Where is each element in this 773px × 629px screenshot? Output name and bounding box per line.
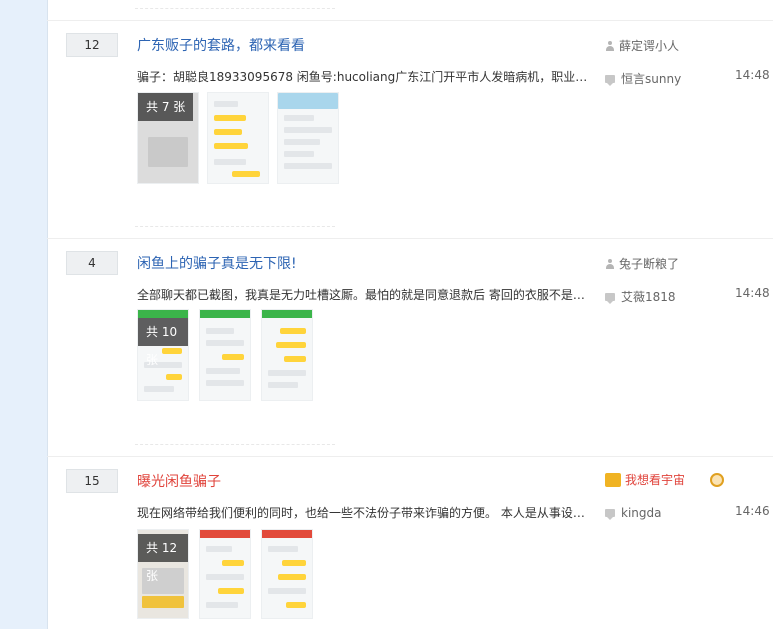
previous-thread-bottom: [47, 0, 773, 21]
medal-icon: [710, 473, 724, 487]
last-reply-user[interactable]: 艾薇1818: [605, 288, 676, 305]
chat-line: [206, 574, 244, 580]
chat-bubble: [286, 602, 306, 608]
thumbnail-image[interactable]: [261, 529, 313, 619]
thumbnail-image[interactable]: [207, 92, 269, 184]
chat-header: [200, 310, 250, 318]
image-count-badge: 共 10 张: [138, 318, 188, 367]
thread-author[interactable]: 薛定谔小人: [605, 37, 679, 54]
thread-divider: [135, 444, 335, 445]
thread-item: 12 广东贩子的套路，都来看看 薛定谔小人 骗子：胡聪良18933095678 …: [47, 21, 773, 239]
comment-icon: [605, 292, 615, 304]
last-reply-user[interactable]: kingda: [605, 506, 661, 520]
thumbnail-image[interactable]: [277, 92, 339, 184]
thread-excerpt: 骗子：胡聪良18933095678 闲鱼号:hucoliang广东江门开平市人发…: [137, 70, 592, 84]
last-reply-time: 14:48: [735, 286, 770, 300]
chat-line: [206, 380, 244, 386]
thread-excerpt: 全部聊天都已截图，我真是无力吐槽这厮。最怕的就是同意退款后 寄回的衣服不是我..…: [137, 288, 592, 302]
chat-bubble: [222, 354, 244, 360]
author-name[interactable]: 我想看宇宙: [625, 471, 685, 488]
profile-line: [284, 163, 332, 169]
thumbnail-image[interactable]: 共 7 张: [137, 92, 199, 184]
chat-header: [200, 530, 250, 538]
last-reply-time: 14:46: [735, 504, 770, 518]
author-name[interactable]: 兔子断粮了: [619, 255, 679, 272]
thumbnail-image[interactable]: [199, 529, 251, 619]
chat-line: [206, 602, 238, 608]
last-reply-user-name[interactable]: 恒言sunny: [621, 70, 681, 87]
chat-bubble: [214, 129, 242, 135]
header-banner: [278, 93, 338, 109]
chat-line: [144, 386, 174, 392]
author-icon: [605, 40, 615, 51]
thread-item: 15 曝光闲鱼骗子 我想看宇宙 现在网络带给我们便利的同时，也给一些不法份子带来…: [47, 457, 773, 629]
thread-list: 12 广东贩子的套路，都来看看 薛定谔小人 骗子：胡聪良18933095678 …: [47, 0, 773, 629]
author-icon: [605, 258, 615, 269]
chat-line: [268, 546, 298, 552]
chat-bubble: [282, 560, 306, 566]
reply-count-badge: 12: [66, 33, 118, 57]
phone-photo-shape: [148, 137, 188, 167]
comment-icon: [605, 74, 615, 86]
thumbnail-image[interactable]: [261, 309, 313, 401]
chat-line: [214, 101, 238, 107]
profile-line: [284, 115, 314, 121]
last-reply-user[interactable]: 恒言sunny: [605, 70, 681, 87]
chat-bubble: [278, 574, 306, 580]
reply-count-badge: 4: [66, 251, 118, 275]
laptop-base-shape: [142, 596, 184, 608]
chat-line: [268, 370, 306, 376]
chat-bubble: [214, 115, 246, 121]
thread-author[interactable]: 兔子断粮了: [605, 255, 679, 272]
chat-header: [262, 530, 312, 538]
chat-bubble: [280, 328, 306, 334]
chat-bubble: [222, 560, 244, 566]
chat-line: [206, 546, 232, 552]
thumbnail-image[interactable]: 共 10 张: [137, 309, 189, 401]
vip-crown-icon: [605, 472, 621, 487]
chat-bubble: [276, 342, 306, 348]
thumbnail-strip: 共 12 张: [137, 529, 313, 619]
author-name[interactable]: 薛定谔小人: [619, 37, 679, 54]
profile-line: [284, 127, 332, 133]
reply-count-badge: 15: [66, 469, 118, 493]
image-count-badge: 共 7 张: [138, 93, 194, 121]
chat-bubble: [166, 374, 182, 380]
thread-title-link[interactable]: 广东贩子的套路，都来看看: [137, 35, 305, 55]
comment-icon: [605, 509, 615, 520]
chat-bubble: [218, 588, 244, 594]
image-count-badge: 共 12 张: [138, 534, 188, 583]
chat-line: [268, 382, 298, 388]
last-reply-user-name[interactable]: 艾薇1818: [621, 288, 676, 305]
thread-excerpt: 现在网络带给我们便利的同时，也给一些不法份子带来诈骗的方便。 本人是从事设计..…: [137, 506, 592, 520]
chat-line: [206, 368, 240, 374]
last-reply-time: 14:48: [735, 68, 770, 82]
chat-line: [268, 588, 306, 594]
chat-header: [138, 310, 188, 318]
thread-author[interactable]: 我想看宇宙: [605, 471, 685, 488]
chat-line: [206, 328, 234, 334]
profile-line: [284, 139, 320, 145]
thread-divider: [135, 226, 335, 227]
chat-line: [206, 340, 244, 346]
chat-bubble: [284, 356, 306, 362]
thumbnail-strip: 共 10 张: [137, 309, 313, 401]
thread-title-link[interactable]: 闲鱼上的骗子真是无下限!: [137, 253, 297, 273]
last-reply-user-name[interactable]: kingda: [621, 506, 661, 520]
thumbnail-strip: 共 7 张: [137, 92, 339, 184]
thread-title-link[interactable]: 曝光闲鱼骗子: [137, 471, 221, 491]
profile-line: [284, 151, 314, 157]
left-sidebar-strip: [0, 0, 48, 629]
thread-item: 4 闲鱼上的骗子真是无下限! 兔子断粮了 全部聊天都已截图，我真是无力吐槽这厮。…: [47, 239, 773, 457]
chat-bubble: [214, 143, 248, 149]
chat-bubble: [162, 348, 182, 354]
thumbnail-image[interactable]: 共 12 张: [137, 529, 189, 619]
chat-bubble: [232, 171, 260, 177]
chat-header: [262, 310, 312, 318]
thumbnail-image[interactable]: [199, 309, 251, 401]
chat-line: [214, 159, 246, 165]
